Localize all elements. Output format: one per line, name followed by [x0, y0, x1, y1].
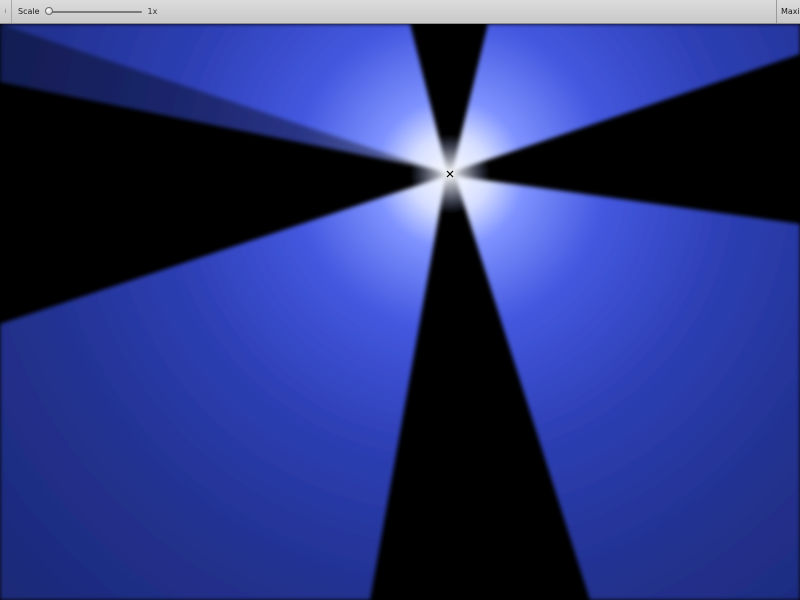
grip-icon: ⁞ — [4, 8, 7, 15]
toolbar-grip[interactable]: ⁞ — [0, 0, 12, 23]
scale-slider-track — [45, 10, 142, 13]
game-viewport[interactable] — [0, 24, 800, 600]
light-beams-scene — [0, 24, 800, 600]
scale-value: 1x — [147, 7, 158, 16]
scale-slider-thumb[interactable] — [44, 6, 53, 15]
scale-slider[interactable] — [44, 6, 142, 17]
scale-label: Scale — [18, 7, 40, 16]
maximize-on-play-button[interactable]: Maxim — [776, 0, 800, 23]
game-view-toolbar: ⁞ Scale 1x Maxim — [0, 0, 800, 24]
